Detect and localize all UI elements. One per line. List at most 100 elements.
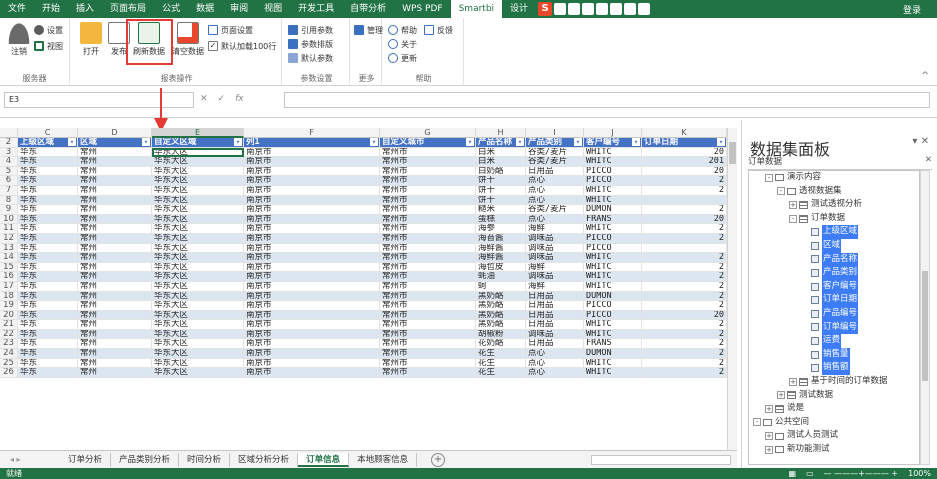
row-number[interactable]: 14 xyxy=(0,253,18,263)
table-cell[interactable]: PICCO xyxy=(584,166,642,177)
column-header[interactable]: C xyxy=(18,128,78,138)
table-cell[interactable]: 华东大区 xyxy=(152,233,244,244)
table-cell[interactable]: 常州市 xyxy=(380,195,476,206)
logout-button[interactable]: 注销 xyxy=(4,22,34,57)
settings-button[interactable]: 设置 xyxy=(34,24,63,36)
close-icon[interactable]: ✕ xyxy=(921,136,929,147)
table-cell[interactable]: 海鲜酱 xyxy=(476,243,526,254)
table-cell[interactable]: 华东大区 xyxy=(152,272,244,282)
table-cell[interactable]: 2 xyxy=(642,185,727,196)
row-number[interactable]: 13 xyxy=(0,243,18,254)
table-cell[interactable]: 花奶酪 xyxy=(476,339,526,350)
table-cell[interactable]: 南京市 xyxy=(244,195,380,206)
table-cell[interactable]: 南京市 xyxy=(244,185,380,196)
table-cell[interactable]: 2 xyxy=(642,176,727,186)
table-cell[interactable]: WHITC xyxy=(584,253,642,263)
table-cell[interactable]: 南京市 xyxy=(244,281,380,292)
table-cell[interactable]: 常州市 xyxy=(380,185,476,196)
table-cell[interactable]: WHITC xyxy=(584,281,642,292)
table-cell[interactable]: 点心 xyxy=(526,176,584,186)
table-cell[interactable]: 日用品 xyxy=(526,310,584,321)
table-cell[interactable]: 华东大区 xyxy=(152,281,244,292)
table-cell[interactable]: 南京市 xyxy=(244,157,380,167)
table-cell[interactable]: 常州 xyxy=(78,243,152,254)
tree-node[interactable]: + 新功能测试 xyxy=(749,443,919,457)
toolbar-icon[interactable] xyxy=(554,3,567,15)
sheet-tab[interactable]: 时间分析 xyxy=(179,452,231,467)
table-cell[interactable]: 日用品 xyxy=(526,291,584,302)
table-cell[interactable]: 2 xyxy=(642,291,727,302)
table-cell[interactable]: 日用品 xyxy=(526,166,584,177)
table-cell[interactable]: 常州市 xyxy=(380,176,476,186)
table-cell[interactable]: 2 xyxy=(642,339,727,350)
table-cell[interactable] xyxy=(642,243,727,254)
tree-node[interactable]: 产品编号 xyxy=(749,306,919,321)
sheet-nav-arrows[interactable]: ◂ ▸ xyxy=(0,455,60,464)
column-header[interactable]: K xyxy=(642,128,727,138)
table-cell[interactable]: 南京市 xyxy=(244,214,380,225)
toolbar-icon[interactable] xyxy=(624,3,637,15)
column-filter-header[interactable]: 产品名称 xyxy=(476,138,526,148)
table-cell[interactable]: 海哲皮 xyxy=(476,262,526,273)
tree-node[interactable]: + 说是 xyxy=(749,402,919,416)
table-cell[interactable]: 白米 xyxy=(476,147,526,158)
table-cell[interactable]: 常州 xyxy=(78,214,152,225)
param-layout-button[interactable]: 参数排版 xyxy=(288,38,333,50)
horizontal-scrollbar[interactable] xyxy=(591,454,731,465)
table-cell[interactable]: 花生 xyxy=(476,358,526,369)
table-cell[interactable]: 华东大区 xyxy=(152,349,244,359)
table-cell[interactable]: 南京市 xyxy=(244,205,380,215)
row-number[interactable]: 25 xyxy=(0,358,18,369)
expand-icon[interactable]: + xyxy=(765,404,773,413)
table-cell[interactable]: 调味品 xyxy=(526,329,584,340)
confirm-icon[interactable]: ✓ xyxy=(218,94,226,104)
row-number[interactable]: 22 xyxy=(0,329,18,340)
table-cell[interactable]: WHITC xyxy=(584,262,642,273)
table-cell[interactable]: 华东大区 xyxy=(152,253,244,263)
table-cell[interactable]: 20 xyxy=(642,147,727,158)
table-cell[interactable]: 糙米 xyxy=(476,205,526,215)
table-cell[interactable]: 常州市 xyxy=(380,214,476,225)
tree-node[interactable]: 订单编号 xyxy=(749,320,919,335)
default-load-checkbox[interactable]: ✓ 默认加载100行 xyxy=(208,40,276,52)
table-cell[interactable]: 黑奶酪 xyxy=(476,291,526,302)
toolbar-icon[interactable] xyxy=(638,3,651,15)
tree-scrollbar[interactable] xyxy=(920,170,930,465)
table-cell[interactable]: 常州市 xyxy=(380,224,476,234)
table-cell[interactable]: 白奶酪 xyxy=(476,166,526,177)
table-cell[interactable]: 调味品 xyxy=(526,253,584,263)
row-number[interactable]: 5 xyxy=(0,166,18,177)
table-cell[interactable]: 常州市 xyxy=(380,243,476,254)
table-cell[interactable]: 华东大区 xyxy=(152,157,244,167)
table-cell[interactable]: 201 xyxy=(642,157,727,167)
table-cell[interactable]: 常州 xyxy=(78,233,152,244)
table-cell[interactable]: 南京市 xyxy=(244,272,380,282)
table-cell[interactable]: 常州 xyxy=(78,320,152,330)
table-cell[interactable]: 2 xyxy=(642,329,727,340)
ribbon-tab[interactable]: 插入 xyxy=(68,0,102,18)
table-cell[interactable]: 华东 xyxy=(18,147,78,158)
ribbon-tab[interactable]: WPS PDF xyxy=(394,0,450,18)
table-cell[interactable] xyxy=(642,195,727,206)
table-cell[interactable]: 饼干 xyxy=(476,195,526,206)
table-cell[interactable]: 常州市 xyxy=(380,281,476,292)
tree-node[interactable]: 销售额 xyxy=(749,361,919,375)
dataset-tree[interactable]: - 演示内容 - 透视数据集 + 测试透视分析 - 订单数据 上级区域 区域 产品名称 产品类别 客户编… xyxy=(748,170,920,465)
table-cell[interactable]: 海参 xyxy=(476,224,526,234)
table-cell[interactable]: WHITC xyxy=(584,329,642,340)
table-cell[interactable]: 常州市 xyxy=(380,329,476,340)
row-number[interactable]: 6 xyxy=(0,176,18,186)
table-cell[interactable]: 华东 xyxy=(18,281,78,292)
table-cell[interactable]: 华东 xyxy=(18,310,78,321)
table-cell[interactable]: 常州市 xyxy=(380,358,476,369)
table-cell[interactable]: 华东 xyxy=(18,157,78,167)
spreadsheet-grid[interactable]: CDEFGHIJK 2上级区域区域自定义区域列1自定义城市产品名称产品类别客户编… xyxy=(0,128,737,450)
tree-node[interactable]: - 订单数据 xyxy=(749,212,919,226)
table-cell[interactable]: 常州市 xyxy=(380,157,476,167)
table-cell[interactable]: 南京市 xyxy=(244,291,380,302)
table-cell[interactable]: WHITC xyxy=(584,147,642,158)
table-cell[interactable]: 花生 xyxy=(476,349,526,359)
manage-button[interactable]: 管理 xyxy=(354,24,383,36)
tree-node[interactable]: - 透视数据集 xyxy=(749,185,919,199)
table-cell[interactable]: 华东大区 xyxy=(152,147,244,158)
